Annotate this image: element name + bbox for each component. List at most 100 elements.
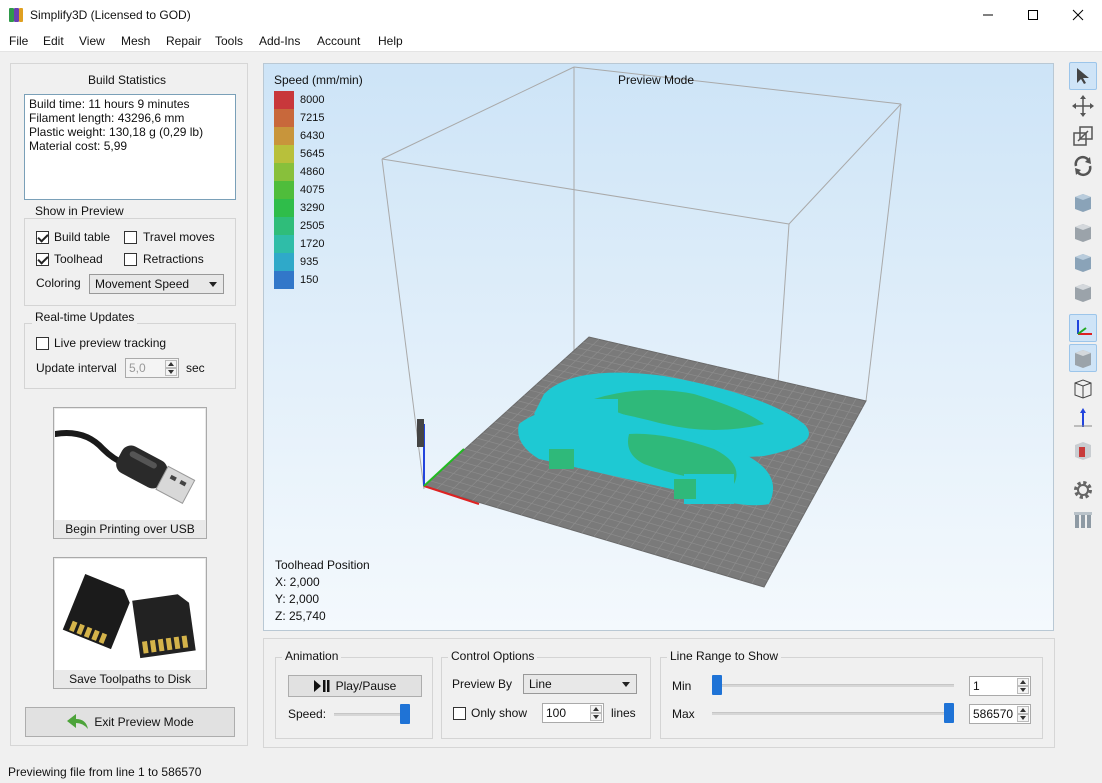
legend-row: 5645	[274, 145, 364, 163]
left-panel: Build Statistics Build time: 11 hours 9 …	[10, 63, 248, 746]
cross-section-icon	[1074, 408, 1092, 427]
exit-preview-mode-button[interactable]: Exit Preview Mode	[25, 707, 235, 737]
menu-add-ins[interactable]: Add-Ins	[259, 34, 300, 48]
build-statistics-box[interactable]: Build time: 11 hours 9 minutes Filament …	[24, 94, 236, 200]
section-view-button[interactable]	[1069, 436, 1097, 464]
disk-button-label: Save Toolpaths to Disk	[69, 672, 191, 686]
menu-file[interactable]: File	[9, 34, 28, 48]
menu-help[interactable]: Help	[378, 34, 403, 48]
show-in-preview-title: Show in Preview	[32, 204, 127, 218]
travel-moves-checkbox[interactable]	[124, 231, 137, 244]
cube-icon	[1075, 194, 1091, 212]
menu-view[interactable]: View	[79, 34, 105, 48]
preview-by-value: Line	[529, 677, 552, 691]
legend-value: 8000	[300, 94, 325, 106]
maximize-button[interactable]	[1010, 0, 1056, 30]
min-line-input[interactable]: 1	[969, 676, 1031, 696]
max-slider[interactable]	[712, 712, 954, 715]
speed-slider[interactable]	[334, 713, 410, 716]
spin-down-icon[interactable]	[1017, 714, 1029, 722]
view-front-button[interactable]	[1069, 218, 1097, 246]
spin-up-icon[interactable]	[1017, 706, 1029, 714]
filament-length: Filament length: 43296,6 mm	[29, 111, 185, 125]
view-side-button[interactable]	[1069, 278, 1097, 306]
3d-preview-viewport[interactable]: Speed (mm/min) Preview Mode 8000 7215 6430…	[263, 63, 1054, 631]
max-line-input[interactable]: 586570	[969, 704, 1031, 724]
legend-swatch	[274, 109, 294, 127]
app-icon	[9, 8, 23, 22]
show-axes-button[interactable]	[1069, 314, 1097, 342]
only-show-checkbox[interactable]	[453, 707, 466, 720]
move-tool-button[interactable]	[1069, 92, 1097, 120]
cross-section-button[interactable]	[1069, 404, 1097, 432]
max-label: Max	[672, 707, 695, 721]
begin-printing-usb-button[interactable]: Begin Printing over USB	[53, 407, 207, 539]
min-slider-thumb[interactable]	[712, 675, 722, 695]
legend-value: 5645	[300, 148, 325, 160]
save-toolpaths-disk-button[interactable]: Save Toolpaths to Disk	[53, 557, 207, 689]
solid-view-button[interactable]	[1069, 344, 1097, 372]
spin-down-icon[interactable]	[1017, 686, 1029, 694]
only-show-input[interactable]: 100	[542, 703, 604, 723]
spin-up-icon[interactable]	[590, 705, 602, 713]
build-table-checkbox[interactable]	[36, 231, 49, 244]
coloring-select[interactable]: Movement Speed	[89, 274, 224, 294]
legend-value: 6430	[300, 130, 325, 142]
minimize-button[interactable]	[965, 0, 1011, 30]
build-table-label: Build table	[54, 230, 111, 244]
max-slider-thumb[interactable]	[944, 703, 954, 723]
menu-mesh[interactable]: Mesh	[121, 34, 150, 48]
legend-row: 7215	[274, 109, 364, 127]
update-interval-input[interactable]: 5,0	[125, 358, 179, 378]
settings-button[interactable]	[1069, 476, 1097, 504]
select-tool-button[interactable]	[1069, 62, 1097, 90]
only-show-value: 100	[546, 706, 567, 720]
legend-row: 935	[274, 253, 364, 271]
view-iso-button[interactable]	[1069, 188, 1097, 216]
cube-icon	[1075, 254, 1091, 272]
menu-tools[interactable]: Tools	[215, 34, 243, 48]
legend-value: 7215	[300, 112, 325, 124]
play-pause-button[interactable]: Play/Pause	[288, 675, 422, 697]
coloring-value: Movement Speed	[95, 277, 190, 291]
close-icon	[1072, 9, 1084, 21]
cube-icon	[1075, 350, 1091, 368]
build-statistics-title: Build Statistics	[88, 73, 167, 87]
window-title: Simplify3D (Licensed to GOD)	[30, 8, 191, 22]
wireframe-view-button[interactable]	[1069, 374, 1097, 402]
menu-edit[interactable]: Edit	[43, 34, 64, 48]
spin-down-icon[interactable]	[165, 368, 177, 376]
spin-up-icon[interactable]	[1017, 678, 1029, 686]
toolhead-x: X: 2,000	[275, 575, 320, 589]
spin-up-icon[interactable]	[165, 360, 177, 368]
status-bar: Previewing file from line 1 to 586570	[0, 760, 1102, 783]
play-pause-icon	[313, 680, 330, 692]
line-range-group	[660, 657, 1043, 739]
extruder-icon	[1074, 512, 1092, 528]
preview-by-select[interactable]: Line	[523, 674, 637, 694]
scale-tool-button[interactable]	[1069, 122, 1097, 150]
legend-row: 1720	[274, 235, 364, 253]
min-label: Min	[672, 679, 692, 693]
exit-preview-mode-label: Exit Preview Mode	[94, 715, 194, 729]
live-preview-label: Live preview tracking	[54, 336, 167, 350]
speed-slider-thumb[interactable]	[400, 704, 410, 724]
view-top-button[interactable]	[1069, 248, 1097, 276]
spin-down-icon[interactable]	[590, 713, 602, 721]
cursor-icon	[1077, 68, 1089, 84]
update-interval-value: 5,0	[129, 361, 146, 375]
retractions-checkbox[interactable]	[124, 253, 137, 266]
legend-value: 935	[300, 256, 319, 268]
extruder-button[interactable]	[1069, 506, 1097, 534]
live-preview-checkbox[interactable]	[36, 337, 49, 350]
update-interval-label: Update interval	[36, 361, 117, 375]
rotate-tool-button[interactable]	[1069, 152, 1097, 180]
toolhead-checkbox[interactable]	[36, 253, 49, 266]
menu-repair[interactable]: Repair	[166, 34, 201, 48]
menu-account[interactable]: Account	[317, 34, 360, 48]
back-arrow-icon	[67, 714, 89, 729]
gear-icon	[1074, 481, 1092, 499]
min-slider[interactable]	[712, 684, 954, 687]
legend-value: 2505	[300, 220, 325, 232]
close-button[interactable]	[1055, 0, 1101, 30]
